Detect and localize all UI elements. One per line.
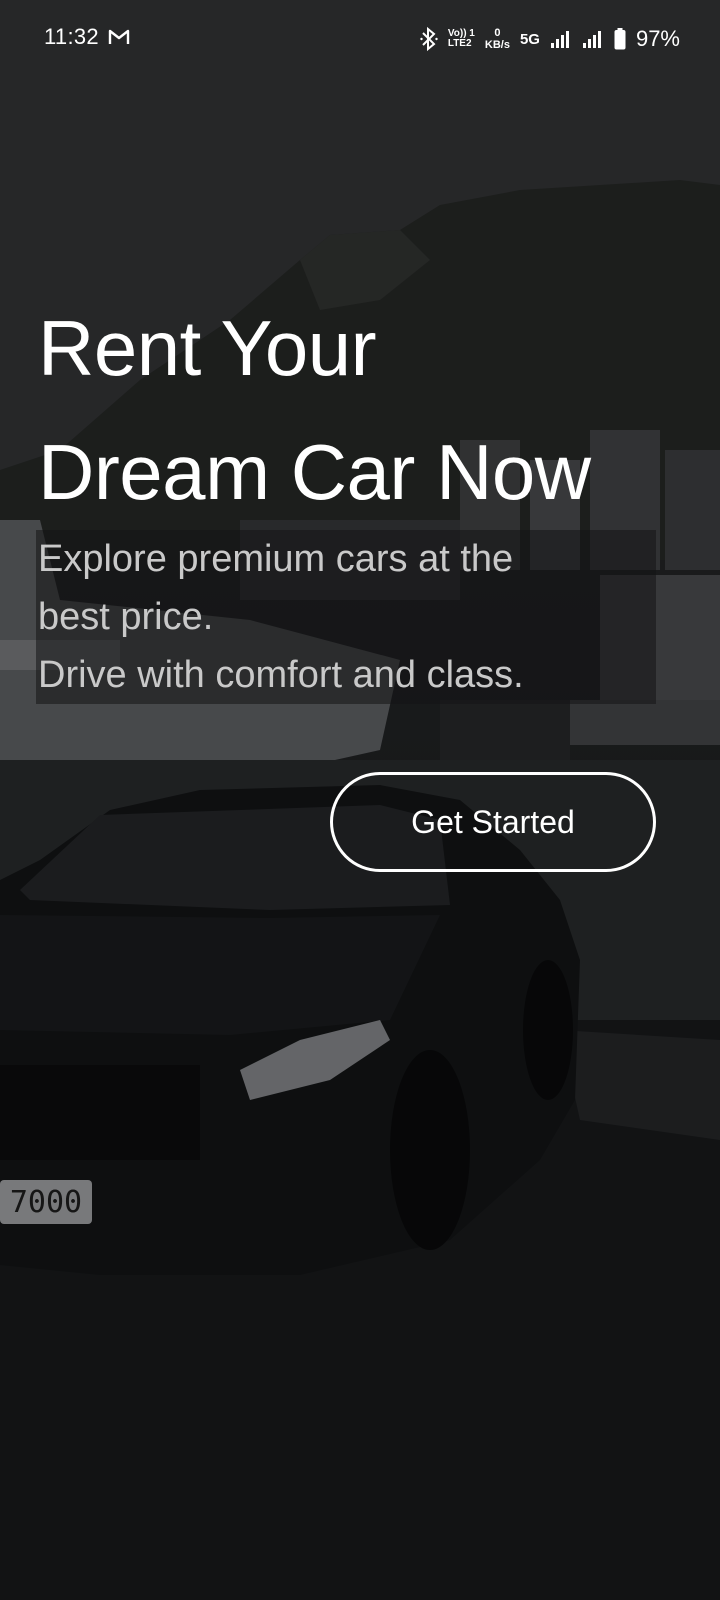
volte-indicator: Vo)) 1 LTE2: [448, 29, 475, 49]
status-bar: 11:32 Vo)) 1 LTE2 0 KB/s 5G 97%: [0, 0, 720, 78]
battery-icon: [614, 28, 626, 50]
battery-percent: 97%: [635, 26, 680, 51]
subtext-line-1: Explore premium cars at the: [36, 530, 656, 588]
welcome-screen: 7000 11:32 Vo)) 1 LTE2 0 KB/s 5G 97% Ren…: [0, 0, 720, 1600]
network-type: 5G: [519, 30, 540, 48]
speed-value: 0: [494, 27, 501, 39]
hero-subtext: Explore premium cars at the best price. …: [36, 530, 656, 704]
hero-headline: Rent Your Dream Car Now: [38, 286, 718, 534]
network-speed: 0 KB/s: [485, 27, 510, 51]
status-indicators: Vo)) 1 LTE2 0 KB/s 5G 97%: [420, 22, 680, 56]
signal-icon-sim2: [582, 31, 601, 48]
signal-icon: [550, 31, 569, 48]
status-time: 11:32: [44, 24, 99, 49]
headline-line-1: Rent Your: [38, 304, 377, 392]
headline-line-2: Dream Car Now: [38, 428, 591, 516]
speed-unit: KB/s: [484, 39, 510, 51]
bluetooth-icon: [420, 26, 438, 52]
subtext-line-2: best price.: [36, 588, 656, 646]
gmail-icon: [108, 29, 130, 44]
subtext-line-3: Drive with comfort and class.: [36, 646, 656, 704]
volte-line2: LTE2: [447, 38, 472, 49]
get-started-button[interactable]: Get Started: [330, 772, 656, 872]
